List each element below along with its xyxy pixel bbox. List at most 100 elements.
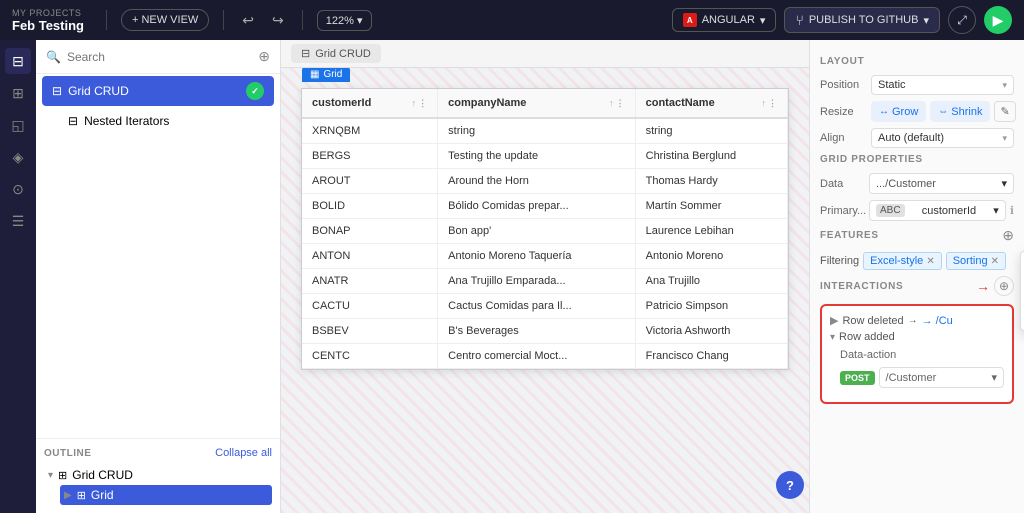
new-view-button[interactable]: + NEW VIEW (121, 9, 209, 31)
excel-style-tag: Excel-style ✕ (863, 252, 942, 270)
data-source-label: Data (820, 178, 865, 190)
cell-contactname: Victoria Ashworth (635, 319, 787, 344)
search-input[interactable] (67, 50, 252, 64)
table-row[interactable]: XRNQBMstringstring (302, 118, 788, 144)
align-select[interactable]: Auto (default) ▾ (871, 128, 1014, 148)
table-row[interactable]: BSBEVB's BeveragesVictoria Ashworth (302, 319, 788, 344)
col-companyname-label: companyName (448, 97, 526, 109)
sidebar-icon-assets[interactable]: ◈ (5, 144, 31, 170)
table-header: customerId ↑ ⋮ companyName (302, 89, 788, 118)
excel-style-label: Excel-style (870, 255, 923, 267)
table-row[interactable]: CENTCCentro comercial Moct...Francisco C… (302, 344, 788, 369)
outline-item-grid[interactable]: ▶ ⊞ Grid (60, 485, 272, 505)
grid-tag-label: Grid (323, 69, 342, 80)
breadcrumb-icon: ⊟ (301, 47, 310, 60)
outline-grid-chevron-icon: ▶ (64, 490, 72, 501)
redo-button[interactable]: ↪ (268, 10, 288, 31)
publish-button[interactable]: ⑂ PUBLISH TO GITHUB ▾ (784, 7, 940, 33)
tree-item-grid-crud[interactable]: ⊟ Grid CRUD ✓ (42, 76, 274, 106)
cell-customerid: BSBEV (302, 319, 438, 344)
cell-contactname: Martín Sommer (635, 194, 787, 219)
cell-customerid: BERGS (302, 144, 438, 169)
position-select[interactable]: Static ▾ (871, 75, 1014, 95)
undo-button[interactable]: ↩ (238, 10, 258, 31)
shrink-button[interactable]: ⇔ Shrink (930, 101, 990, 122)
cell-customerid: ANTON (302, 244, 438, 269)
topbar-divider2 (223, 10, 224, 30)
cell-companyname: Cactus Comidas para Il... (438, 294, 635, 319)
primary-info-icon[interactable]: ℹ (1010, 204, 1014, 217)
col-contact-name: contactName ↑ ⋮ (635, 89, 787, 118)
help-button[interactable]: ? (776, 471, 804, 499)
grow-button[interactable]: ↔ Grow (871, 101, 926, 122)
excel-style-remove-icon[interactable]: ✕ (926, 256, 934, 267)
table-row[interactable]: BOLIDBólido Comidas prepar...Martín Somm… (302, 194, 788, 219)
data-action-row: Data-action (830, 349, 1004, 361)
resize-row: Resize ↔ Grow ⇔ Shrink ✎ (820, 101, 1014, 122)
zoom-button[interactable]: 122% ▾ (317, 10, 372, 31)
outline-item-grid-crud[interactable]: ▾ ⊞ Grid CRUD (44, 465, 272, 485)
table-body: XRNQBMstringstringBERGSTesting the updat… (302, 118, 788, 369)
primary-key-select[interactable]: ABC customerId ▾ (869, 200, 1006, 221)
sort-asc-icon3[interactable]: ↑ (762, 98, 767, 109)
table-row[interactable]: BERGSTesting the updateChristina Berglun… (302, 144, 788, 169)
cell-contactname: Laurence Lebihan (635, 219, 787, 244)
sort-asc-icon[interactable]: ↑ (412, 98, 417, 109)
run-button[interactable]: ▶ (984, 6, 1012, 34)
search-bar: 🔍 ⊕ (36, 40, 280, 74)
shrink-label: Shrink (951, 106, 982, 118)
outline-grid-crud-icon: ⊞ (58, 469, 67, 482)
outline-grid-icon: ⊞ (77, 489, 86, 502)
cell-contactname: string (635, 118, 787, 144)
sidebar-icon-interactions[interactable]: ⊙ (5, 176, 31, 202)
add-item-button[interactable]: ⊕ (258, 48, 270, 65)
col-menu-icon3[interactable]: ⋮ (768, 98, 777, 109)
table-row[interactable]: CACTUCactus Comidas para Il...Patricio S… (302, 294, 788, 319)
breadcrumb: ⊟ Grid CRUD (291, 44, 381, 63)
data-source-select[interactable]: .../Customer ▾ (869, 173, 1014, 194)
table-row[interactable]: AROUTAround the HornThomas Hardy (302, 169, 788, 194)
share-button[interactable]: ⤢ (948, 6, 976, 34)
sidebar-icon-components[interactable]: ⊞ (5, 80, 31, 106)
project-info: MY PROJECTS Feb Testing (12, 8, 84, 33)
data-table: customerId ↑ ⋮ companyName (302, 89, 788, 369)
primary-key-value: customerId (922, 205, 976, 217)
col-menu-icon[interactable]: ⋮ (418, 98, 427, 109)
interactions-dropdown: Row added Row edited Row deleted (1020, 251, 1024, 331)
topbar: MY PROJECTS Feb Testing + NEW VIEW ↩ ↪ 1… (0, 0, 1024, 40)
grid-crud-label: Grid CRUD (68, 84, 240, 98)
badge-check-icon: ✓ (251, 86, 259, 97)
row-added-label: Row added (839, 331, 895, 343)
post-path-select[interactable]: /Customer ▾ (879, 367, 1004, 388)
data-source-chevron-icon: ▾ (1001, 177, 1007, 190)
cell-customerid: XRNQBM (302, 118, 438, 144)
resize-edit-button[interactable]: ✎ (994, 101, 1015, 122)
row-deleted-action[interactable]: → /Cu (922, 315, 953, 327)
angular-button[interactable]: A ANGULAR ▾ (672, 8, 777, 32)
sorting-tag: Sorting ✕ (946, 252, 1006, 270)
collapse-all-button[interactable]: Collapse all (215, 447, 272, 459)
post-path-value: /Customer (886, 372, 937, 384)
primary-key-chevron-icon: ▾ (993, 204, 999, 217)
sort-asc-icon2[interactable]: ↑ (609, 98, 614, 109)
col-menu-icon2[interactable]: ⋮ (616, 98, 625, 109)
breadcrumb-label: Grid CRUD (315, 48, 371, 60)
tree-item-nested-iterators[interactable]: ⊟ Nested Iterators (42, 109, 274, 133)
cell-companyname: string (438, 118, 635, 144)
grid-crud-icon: ⊟ (52, 84, 62, 98)
interactions-add-area: → ⊕ (976, 276, 1014, 296)
table-row[interactable]: ANATRAna Trujillo Emparada...Ana Trujill… (302, 269, 788, 294)
add-feature-button[interactable]: ⊕ (1002, 227, 1014, 244)
primary-key-row: Primary... ABC customerId ▾ ℹ (820, 200, 1014, 221)
table-row[interactable]: BONAPBon app'Laurence Lebihan (302, 219, 788, 244)
sorting-remove-icon[interactable]: ✕ (991, 256, 999, 267)
nested-iterators-label: Nested Iterators (84, 114, 264, 128)
outline-grid-label: Grid (91, 488, 114, 502)
sidebar-icon-pages[interactable]: ⊟ (5, 48, 31, 74)
table-row[interactable]: ANTONAntonio Moreno TaqueríaAntonio More… (302, 244, 788, 269)
sidebar-icon-layers[interactable]: ◱ (5, 112, 31, 138)
add-interaction-button[interactable]: ⊕ (994, 276, 1014, 296)
sidebar-icon-settings[interactable]: ☰ (5, 208, 31, 234)
cell-contactname: Patricio Simpson (635, 294, 787, 319)
cell-customerid: AROUT (302, 169, 438, 194)
